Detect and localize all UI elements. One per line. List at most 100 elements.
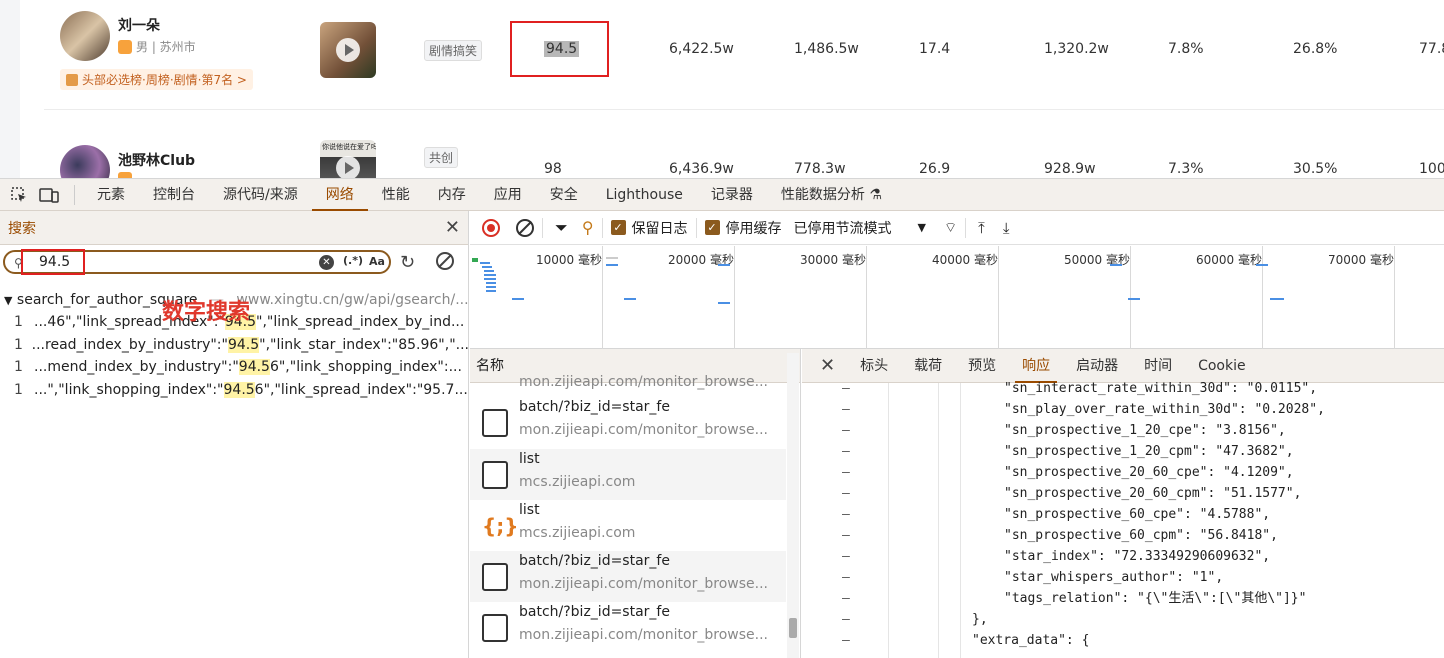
line-number: 1 (14, 314, 23, 330)
video-thumbnail[interactable] (320, 22, 376, 78)
filter-icon[interactable]: ⏷ (555, 218, 568, 238)
line-marker: – (842, 570, 850, 585)
avatar[interactable] (60, 11, 110, 61)
web-page: 刘一朵 男 | 苏州市 头部必选榜·周榜·剧情·第7名 > 剧情搞笑 94.5 … (0, 0, 1444, 180)
doc-icon (482, 409, 508, 437)
code-text: "sn_prospective_60_cpm": "56.8418", (1004, 528, 1278, 543)
tab-network[interactable]: 网络 (311, 179, 368, 211)
result-line[interactable]: 1 ...read_index_by_industry":"94.5","link… (0, 334, 469, 357)
tab-lighthouse[interactable]: Lighthouse (592, 179, 697, 211)
grid-line (734, 246, 735, 349)
metric-cell: 7.3% (1168, 161, 1204, 177)
tab-security[interactable]: 安全 (536, 179, 592, 211)
request-domain: mon.zijieapi.com/monitor_browse... (519, 374, 768, 390)
author-row[interactable]: 刘一朵 男 | 苏州市 头部必选榜·周榜·剧情·第7名 > 剧情搞笑 94.5 … (44, 0, 1444, 110)
metric-cell: 17.4 (919, 41, 951, 57)
time-tick: 10000 毫秒 (536, 253, 602, 267)
code-line: – "star_whispers_author": "1", (802, 567, 1444, 588)
request-row[interactable]: batch/?biz_id=star_fe mon.zijieapi.com/m… (470, 602, 786, 653)
time-tick: 70000 毫秒 (1328, 253, 1394, 267)
toolbar-divider (695, 217, 697, 238)
tab-performance-insights[interactable]: 性能数据分析 ⚗ (767, 179, 896, 211)
request-list-scrollbar[interactable] (787, 353, 799, 658)
response-detail-panel: ✕ 标头 载荷 预览 响应 启动器 时间 Cookie – "sn_interac… (802, 349, 1444, 658)
disable-cache-checkbox[interactable]: ✓ (704, 220, 720, 235)
code-line: – "tags_relation": "{\"生活\":[\"其他\"]}" (802, 588, 1444, 609)
result-line[interactable]: 1 ...","link_shopping_index":"94.56","lin… (0, 379, 469, 402)
author-name[interactable]: 刘一朵 (118, 15, 160, 35)
code-line: – "sn_play_over_rate_within_30d": "0.2028… (802, 399, 1444, 420)
request-row[interactable]: mon.zijieapi.com/monitor_browse... (470, 371, 786, 397)
match-case-toggle[interactable]: Aa (369, 255, 385, 268)
inspect-icon[interactable] (8, 184, 30, 206)
followers-cell: 6,422.5w (669, 41, 734, 57)
tab-memory[interactable]: 内存 (424, 179, 480, 211)
annotation-box (21, 249, 85, 275)
code-line: – "star_index": "72.33349290609632", (802, 546, 1444, 567)
page-left-strip (0, 0, 20, 180)
line-number: 1 (14, 336, 23, 353)
devtools-tabbar: 元素 控制台 源代码/来源 网络 性能 内存 应用 安全 Lighthouse … (0, 179, 1444, 211)
line-marker: – (842, 549, 850, 564)
search-icon[interactable]: ⚲ (582, 218, 594, 237)
tab-console[interactable]: 控制台 (139, 179, 209, 211)
line-marker: – (842, 381, 850, 396)
scrollbar-thumb[interactable] (789, 618, 797, 638)
timeline-bar (484, 274, 496, 276)
request-row[interactable]: {;} list mcs.zijieapi.com (470, 500, 786, 551)
regex-toggle[interactable]: (.*) (343, 254, 363, 267)
throttling-select[interactable]: 已停用节流模式 (794, 218, 892, 238)
preserve-log-checkbox[interactable]: ✓ (610, 220, 626, 235)
code-text: "star_whispers_author": "1", (1004, 570, 1224, 585)
annotation-box (510, 21, 609, 77)
network-toolbar: ⏷ ⚲ ✓ 保留日志 ✓ 停用缓存 已停用节流模式 ▼ ⌔ ⤒ ⤓ (470, 211, 1444, 245)
import-icon[interactable]: ⤒ (978, 219, 985, 237)
search-pane-title: 搜索 (8, 220, 36, 237)
request-domain: mcs.zijieapi.com (519, 525, 636, 541)
network-conditions-icon[interactable]: ⌔ (944, 219, 957, 237)
metric-cell: 77.8 (1419, 41, 1444, 57)
device-toolbar-icon[interactable] (38, 184, 60, 206)
request-domain: mon.zijieapi.com/monitor_browse... (519, 422, 768, 438)
result-text: ...mend_index_by_industry":"94.56","link… (34, 359, 462, 375)
line-marker: – (842, 444, 850, 459)
tab-recorder[interactable]: 记录器 (697, 179, 767, 211)
avatar[interactable] (60, 145, 110, 180)
grid-line (1394, 246, 1395, 349)
preserve-log-label: 保留日志 (631, 220, 688, 237)
clear-log-icon[interactable] (516, 218, 534, 237)
result-line[interactable]: 1 ...mend_index_by_industry":"94.56","lin… (0, 356, 469, 379)
close-icon[interactable]: ✕ (445, 218, 460, 237)
request-row[interactable]: list mcs.zijieapi.com (470, 449, 786, 500)
timeline-bar (606, 264, 618, 266)
export-icon[interactable]: ⤓ (1003, 219, 1010, 237)
rank-badge[interactable]: 头部必选榜·周榜·剧情·第7名 > (60, 69, 253, 90)
grid-line (1262, 246, 1263, 349)
line-marker: – (842, 591, 850, 606)
close-icon[interactable]: ✕ (820, 355, 835, 376)
request-row[interactable]: batch/?biz_id=star_fe mon.zijieapi.com/m… (470, 397, 786, 448)
tab-sources[interactable]: 源代码/来源 (209, 179, 312, 211)
clear-results-icon[interactable] (436, 252, 454, 270)
refresh-icon[interactable]: ↻ (400, 252, 415, 273)
chevron-down-icon[interactable]: ▼ (918, 221, 926, 234)
code-line: –}, (802, 609, 1444, 630)
author-row[interactable]: 池野林Club 你说他说在爱了吗 共创 98 6,436.9w 778.3w 2… (44, 118, 1444, 180)
timeline-bar (718, 302, 730, 304)
line-number: 1 (14, 359, 23, 375)
record-icon[interactable] (482, 218, 500, 237)
timeline-bar (486, 290, 496, 292)
clear-icon[interactable]: ✕ (319, 255, 334, 270)
video-thumbnail[interactable]: 你说他说在爱了吗 (320, 140, 376, 180)
code-line: – "sn_prospective_20_60_cpm": "51.1577", (802, 483, 1444, 504)
tab-application[interactable]: 应用 (480, 179, 536, 211)
code-text: "sn_prospective_60_cpe": "4.5788", (1004, 507, 1271, 522)
code-text: }, (972, 612, 988, 627)
grid-line (866, 246, 867, 349)
tab-performance[interactable]: 性能 (368, 179, 424, 211)
request-row[interactable]: batch/?biz_id=star_fe mon.zijieapi.com/m… (470, 551, 786, 602)
code-text: "sn_prospective_20_60_cpe": "4.1209", (1004, 465, 1294, 480)
tab-elements[interactable]: 元素 (83, 179, 139, 211)
line-marker: – (842, 402, 850, 417)
author-name[interactable]: 池野林Club (118, 150, 195, 170)
